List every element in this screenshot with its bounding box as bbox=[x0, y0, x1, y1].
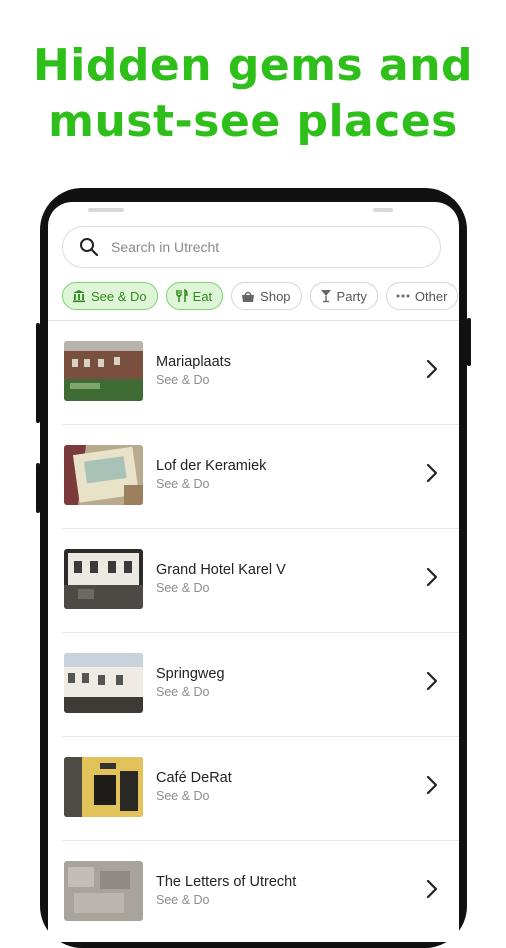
list-item[interactable]: Springweg See & Do bbox=[48, 633, 459, 737]
place-category: See & Do bbox=[156, 373, 210, 387]
status-bar-left bbox=[88, 208, 124, 212]
chip-eat[interactable]: Eat bbox=[165, 282, 224, 310]
place-title: Mariaplaats bbox=[156, 354, 231, 370]
list-item[interactable]: The Letters of Utrecht See & Do bbox=[48, 841, 459, 942]
chip-other[interactable]: Other bbox=[385, 282, 459, 310]
phone-volume-button bbox=[36, 463, 40, 513]
headline: Hidden gems and must-see places bbox=[0, 38, 506, 150]
place-photo bbox=[64, 549, 143, 609]
place-photo bbox=[64, 861, 143, 921]
museum-icon bbox=[73, 290, 85, 303]
chip-label: Shop bbox=[260, 288, 291, 304]
chevron-right-icon bbox=[426, 567, 438, 587]
chip-label: Eat bbox=[192, 288, 213, 304]
chevron-right-icon bbox=[426, 671, 438, 691]
phone-side-button bbox=[36, 323, 40, 423]
place-photo bbox=[64, 341, 143, 401]
category-chips: See & Do Eat Shop Party Other bbox=[62, 282, 459, 312]
status-bar-right bbox=[373, 208, 393, 212]
chip-shop[interactable]: Shop bbox=[231, 282, 302, 310]
chip-label: See & Do bbox=[91, 288, 147, 304]
list-item[interactable]: Grand Hotel Karel V See & Do bbox=[48, 529, 459, 633]
chevron-right-icon bbox=[426, 775, 438, 795]
chevron-right-icon bbox=[426, 463, 438, 483]
search-icon bbox=[80, 238, 99, 257]
place-category: See & Do bbox=[156, 477, 210, 491]
more-dots-icon bbox=[396, 294, 410, 298]
place-photo bbox=[64, 653, 143, 713]
chip-party[interactable]: Party bbox=[309, 282, 378, 310]
place-title: Springweg bbox=[156, 666, 225, 682]
search-bar[interactable] bbox=[62, 226, 441, 268]
fork-knife-icon bbox=[175, 289, 188, 302]
list-item[interactable]: Café DeRat See & Do bbox=[48, 737, 459, 841]
chip-label: Other bbox=[414, 288, 448, 304]
place-category: See & Do bbox=[156, 581, 210, 595]
list-item[interactable]: Mariaplaats See & Do bbox=[48, 321, 459, 425]
places-list: Mariaplaats See & Do Lof der Keramiek Se… bbox=[48, 321, 459, 942]
place-category: See & Do bbox=[156, 789, 210, 803]
place-title: Grand Hotel Karel V bbox=[156, 562, 286, 578]
phone-frame: See & Do Eat Shop bbox=[36, 188, 471, 948]
headline-line-1: Hidden gems and bbox=[32, 40, 474, 91]
cocktail-icon bbox=[320, 290, 331, 303]
place-photo bbox=[64, 445, 143, 505]
place-category: See & Do bbox=[156, 893, 210, 907]
place-title: Lof der Keramiek bbox=[156, 458, 267, 474]
shopping-bag-icon bbox=[242, 291, 255, 302]
search-input[interactable] bbox=[109, 238, 413, 256]
chevron-right-icon bbox=[426, 879, 438, 899]
chevron-right-icon bbox=[426, 359, 438, 379]
place-title: Café DeRat bbox=[156, 770, 232, 786]
place-category: See & Do bbox=[156, 685, 210, 699]
headline-line-2: must-see places bbox=[48, 96, 458, 147]
chip-label: Party bbox=[336, 288, 367, 304]
phone-power-button bbox=[467, 318, 471, 366]
place-title: The Letters of Utrecht bbox=[156, 874, 297, 890]
list-item[interactable]: Lof der Keramiek See & Do bbox=[48, 425, 459, 529]
chip-see-do[interactable]: See & Do bbox=[62, 282, 158, 310]
app-screen: See & Do Eat Shop bbox=[48, 202, 459, 942]
place-photo bbox=[64, 757, 143, 817]
